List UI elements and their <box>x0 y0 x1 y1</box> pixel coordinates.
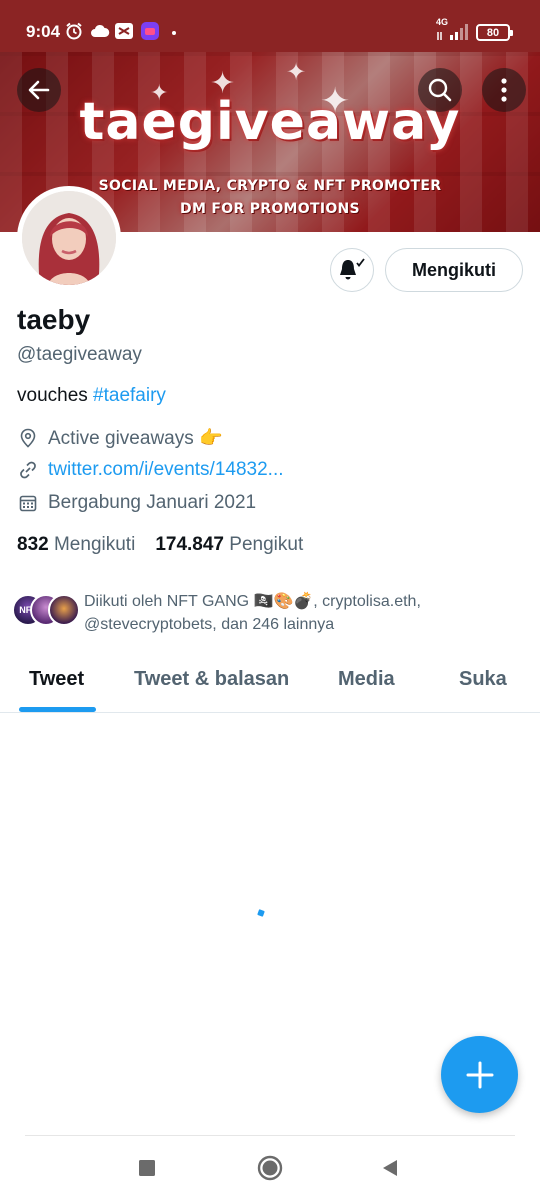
home-button[interactable] <box>252 1150 288 1186</box>
avatar <box>48 594 80 626</box>
display-name: taeby <box>17 304 91 335</box>
capcut-icon <box>114 20 134 42</box>
joined-row: Bergabung Januari 2021 <box>17 490 256 516</box>
loading-spinner <box>257 909 265 917</box>
system-back-button[interactable] <box>372 1150 408 1186</box>
search-button[interactable] <box>418 68 462 112</box>
website-row: twitter.com/i/events/14832... <box>17 457 284 483</box>
more-vertical-icon <box>501 78 507 102</box>
following-count-link[interactable]: 832 Mengikuti <box>17 534 135 555</box>
location-text: Active giveaways 👉 <box>48 428 223 449</box>
website-link[interactable]: twitter.com/i/events/14832... <box>48 459 284 481</box>
user-handle: @taegiveaway <box>17 344 142 365</box>
compose-tweet-button[interactable] <box>441 1036 518 1113</box>
joined-text: Bergabung Januari 2021 <box>48 492 257 513</box>
followed-by-text: Diikuti oleh NFT GANG 🏴‍☠️🎨💣, cryptolisa… <box>84 593 421 633</box>
bio-hashtag-link[interactable]: #taefairy <box>93 385 166 406</box>
following-button[interactable]: Mengikuti <box>385 248 523 292</box>
battery-icon: 80 <box>476 24 513 41</box>
follow-counts: 832 Mengikuti 174.847 Pengikut <box>17 534 303 556</box>
bio-text: vouches <box>17 385 94 406</box>
followed-by-avatars: NFT <box>12 594 80 628</box>
status-bar: 9:04 4G 80 <box>0 0 540 52</box>
notification-dot-icon <box>172 31 176 35</box>
avatar-image <box>22 191 116 285</box>
recent-apps-button[interactable] <box>129 1150 165 1186</box>
notification-bell-button[interactable] <box>330 248 374 292</box>
tab-tweets[interactable]: Tweet <box>29 668 84 691</box>
signal-icon: 4G <box>436 17 472 42</box>
sparkle-icon: ✦ <box>286 59 307 86</box>
link-icon <box>17 459 39 481</box>
followers-count: 174.847 <box>155 534 224 555</box>
bio: vouches #taefairy <box>17 385 166 407</box>
active-tab-indicator <box>19 707 96 712</box>
profile-avatar[interactable] <box>17 186 121 290</box>
followers-label: Pengikut <box>229 534 304 555</box>
battery-level: 80 <box>486 26 500 39</box>
cloud-icon <box>90 20 110 42</box>
tab-tweets-and-replies[interactable]: Tweet & balasan <box>134 668 289 691</box>
circle-icon <box>257 1155 283 1181</box>
tab-media[interactable]: Media <box>338 668 395 691</box>
square-icon <box>139 1160 155 1176</box>
following-count: 832 <box>17 534 49 555</box>
alarm-icon <box>64 20 84 42</box>
back-button[interactable] <box>17 68 61 112</box>
status-time: 9:04 <box>26 22 61 41</box>
profile-tabs: Tweet Tweet & balasan Media Suka <box>0 650 540 713</box>
calendar-icon <box>17 492 39 514</box>
nav-divider <box>25 1135 515 1136</box>
followers-count-link[interactable]: 174.847 Pengikut <box>155 534 303 555</box>
followed-by[interactable]: NFT Diikuti oleh NFT GANG 🏴‍☠️🎨💣, crypto… <box>12 590 532 638</box>
tab-likes[interactable]: Suka <box>459 668 507 691</box>
triangle-back-icon <box>383 1160 397 1176</box>
search-icon <box>428 78 452 102</box>
arrow-left-icon <box>28 80 50 100</box>
app-icon <box>140 20 160 42</box>
plus-icon <box>466 1061 493 1088</box>
location-row: Active giveaways 👉 <box>17 425 223 451</box>
following-label: Mengikuti <box>53 534 136 555</box>
bell-check-icon <box>340 258 365 280</box>
more-options-button[interactable] <box>482 68 526 112</box>
location-pin-icon <box>17 427 39 449</box>
